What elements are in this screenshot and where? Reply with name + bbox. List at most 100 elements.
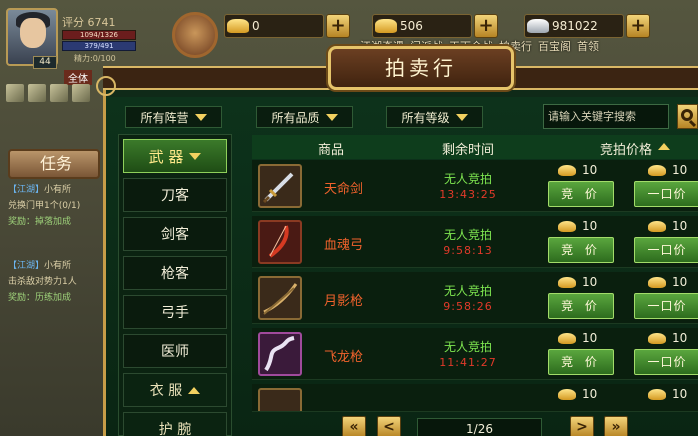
bid-button[interactable]: 竞 价 <box>548 293 614 319</box>
camp-filter[interactable]: 所有阵营 <box>125 106 222 128</box>
quality-filter-label: 所有品质 <box>271 110 320 125</box>
stamina-text: 精力:0/100 <box>74 54 116 63</box>
item-name: 血魂弓 <box>324 238 364 253</box>
quest-tag: 【江湖】 <box>8 185 45 195</box>
add-gold-button[interactable]: + <box>326 14 350 38</box>
sword-icon[interactable] <box>258 164 302 208</box>
gold-coin-icon <box>648 276 666 288</box>
quest-button[interactable]: 任务 <box>8 149 100 179</box>
gold-ingot-amount: 506 <box>400 19 423 33</box>
level-filter[interactable]: 所有等级 <box>386 106 483 128</box>
bid-button[interactable]: 竞 价 <box>548 349 614 375</box>
hp-bar: 1094/1326 <box>62 30 136 40</box>
chevron-down-icon <box>325 113 338 121</box>
bid-button[interactable]: 竞 价 <box>548 181 614 207</box>
silver-counter: 981022 <box>524 14 624 38</box>
bid-status: 无人竞拍 <box>443 340 492 354</box>
bow-icon[interactable] <box>258 220 302 264</box>
column-price[interactable]: 竞拍价格 <box>600 139 652 158</box>
table-row: 天命剑 无人竞拍 13:43:25 10 10 竞 价 一口价 <box>252 160 698 212</box>
time-remaining: 13:43:25 <box>439 188 497 201</box>
chat-tab-all[interactable]: 全体 <box>64 70 92 85</box>
time-remaining: 9:58:26 <box>443 300 493 313</box>
gold-coin-icon <box>648 220 666 232</box>
time-remaining: 9:58:13 <box>443 244 493 257</box>
gold-coin-icon <box>648 332 666 344</box>
avatar-face <box>20 18 46 48</box>
chevron-up-icon <box>188 386 201 394</box>
category-bracer[interactable]: 护 腕 <box>123 412 227 436</box>
quest-tag: 【江湖】 <box>8 261 45 271</box>
buyout-price-value: 10 <box>672 331 688 345</box>
bid-status: 无人竞拍 <box>443 284 492 298</box>
buyout-price: 10 <box>648 163 687 177</box>
next-page-button[interactable]: > <box>570 416 594 436</box>
corner-ornament <box>96 76 116 96</box>
category-spear[interactable]: 枪客 <box>123 256 227 290</box>
gold-counter: 0 <box>224 14 324 38</box>
buyout-price-value: 10 <box>672 387 688 401</box>
gold-coin-icon <box>558 388 576 400</box>
category-blade[interactable]: 刀客 <box>123 178 227 212</box>
bid-price-value: 10 <box>582 163 598 177</box>
category-label: 枪客 <box>161 266 189 282</box>
buff-icons <box>6 84 102 104</box>
player-score: 评分 6741 <box>62 16 116 29</box>
column-item: 商品 <box>318 143 345 158</box>
gold-coin-icon <box>558 276 576 288</box>
table-row: 血魂弓 无人竞拍 9:58:13 10 10 竞 价 一口价 <box>252 216 698 268</box>
item-name: 天命剑 <box>324 182 364 197</box>
bid-button[interactable]: 竞 价 <box>548 237 614 263</box>
bid-status: 无人竞拍 <box>443 228 492 242</box>
prev-page-button[interactable]: < <box>377 416 401 436</box>
bid-status: 无人竞拍 <box>443 172 492 186</box>
category-archer[interactable]: 弓手 <box>123 295 227 329</box>
gold-ingot-icon <box>227 19 249 33</box>
dragon-spear-icon[interactable] <box>258 332 302 376</box>
quality-filter[interactable]: 所有品质 <box>256 106 353 128</box>
bid-price: 10 <box>558 219 597 233</box>
column-time: 剩余时间 <box>442 143 495 158</box>
buff-icon <box>28 84 46 102</box>
category-clothing[interactable]: 衣 服 <box>123 373 227 407</box>
bid-price-value: 10 <box>582 331 598 345</box>
buyout-price: 10 <box>648 387 687 401</box>
category-healer[interactable]: 医师 <box>123 334 227 368</box>
buyout-button[interactable]: 一口价 <box>634 237 698 263</box>
category-list: 武 器 刀客 剑客 枪客 弓手 医师 衣 服 护 腕 <box>118 134 232 436</box>
category-label: 衣 服 <box>149 383 183 399</box>
search-input[interactable] <box>543 104 669 129</box>
buyout-button[interactable]: 一口价 <box>634 293 698 319</box>
gold-coin-icon <box>558 164 576 176</box>
buyout-price-value: 10 <box>672 219 688 233</box>
add-silver-button[interactable]: + <box>626 14 650 38</box>
table-row: 10 10 <box>252 384 698 412</box>
bid-price-value: 10 <box>582 275 598 289</box>
feature-menu-item[interactable]: 百宝阁 <box>538 38 571 54</box>
buyout-button[interactable]: 一口价 <box>634 181 698 207</box>
spear-icon[interactable] <box>258 276 302 320</box>
buff-icon <box>72 84 90 102</box>
search-button[interactable] <box>677 104 698 129</box>
bid-price: 10 <box>558 387 597 401</box>
bid-price: 10 <box>558 275 597 289</box>
quest-entry[interactable]: 【江湖】小有所 击杀敌对势力1人 奖励：历练加成 <box>8 258 104 306</box>
buyout-button[interactable]: 一口价 <box>634 349 698 375</box>
mp-bar: 379/491 <box>62 41 136 51</box>
blade-icon[interactable] <box>258 388 302 411</box>
first-page-button[interactable]: « <box>342 416 366 436</box>
player-level-badge: 44 <box>33 56 57 69</box>
sort-up-icon[interactable] <box>658 143 670 150</box>
pagination: « < 1/26 > » <box>252 412 698 436</box>
add-gold-ingot-button[interactable]: + <box>474 14 498 38</box>
time-remaining: 11:41:27 <box>439 356 497 369</box>
companion-portrait[interactable] <box>172 12 218 58</box>
category-sword[interactable]: 剑客 <box>123 217 227 251</box>
feature-menu-item[interactable]: 首领 <box>577 38 599 54</box>
last-page-button[interactable]: » <box>604 416 628 436</box>
bid-price: 10 <box>558 163 597 177</box>
level-filter-label: 所有等级 <box>401 110 450 125</box>
quest-title: 小有所 <box>44 261 72 271</box>
quest-entry[interactable]: 【江湖】小有所 兑换门甲1个(0/1) 奖励：掉落加成 <box>8 182 104 230</box>
category-weapon[interactable]: 武 器 <box>123 139 227 173</box>
